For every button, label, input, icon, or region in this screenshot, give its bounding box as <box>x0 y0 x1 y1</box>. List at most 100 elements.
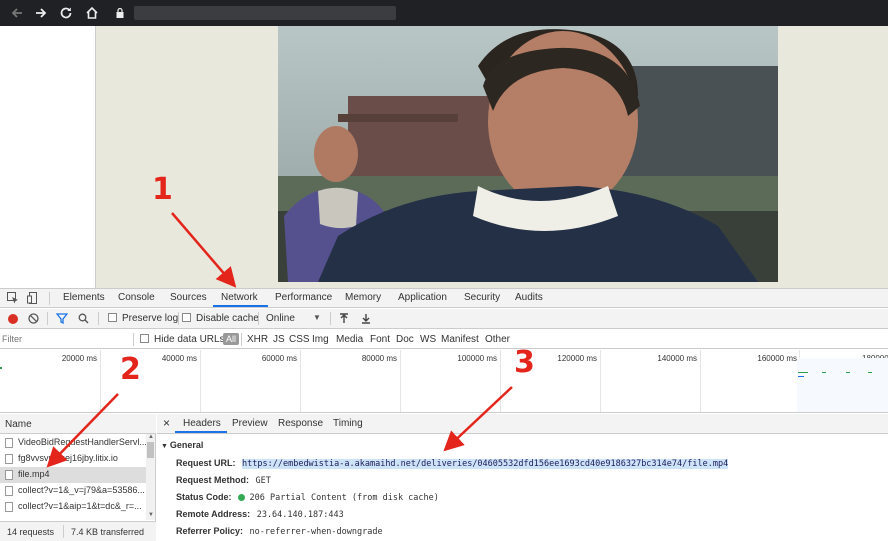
transferred-size: 7.4 KB transferred <box>71 527 145 537</box>
request-name: collect?v=1&_v=j79&a=53586... <box>18 485 145 495</box>
request-method-row: Request Method: GET <box>176 475 271 486</box>
field-value: 206 Partial Content (from disk cache) <box>249 493 439 503</box>
annotation-number-1: 1 <box>152 172 173 207</box>
general-section-header[interactable]: ▼ General <box>161 440 203 450</box>
device-toolbar-icon[interactable] <box>27 292 39 307</box>
section-title: General <box>169 440 204 450</box>
filter-icon[interactable] <box>55 313 69 327</box>
request-url-value[interactable]: https://embedwistia-a.akamaihd.net/deliv… <box>242 459 729 469</box>
timeline-bar <box>846 372 850 373</box>
tab-application[interactable]: Application <box>398 292 447 303</box>
timeline-bar <box>868 372 872 373</box>
name-column-header: Name <box>5 419 32 430</box>
timeline-tick: 140000 ms <box>657 354 697 363</box>
type-filter-doc[interactable]: Doc <box>396 334 414 345</box>
timeline-tick: 120000 ms <box>557 354 597 363</box>
preserve-log-checkbox[interactable] <box>108 313 117 322</box>
field-value: no-referrer-when-downgrade <box>249 527 383 537</box>
tab-network[interactable]: Network <box>221 292 258 303</box>
request-list-scrollbar[interactable]: ▲ ▼ <box>146 434 155 520</box>
tab-console[interactable]: Console <box>118 292 155 303</box>
request-name: file.mp4 <box>18 469 50 479</box>
filter-input[interactable] <box>2 332 130 346</box>
tab-preview[interactable]: Preview <box>232 418 268 429</box>
type-filter-js[interactable]: JS <box>273 334 285 345</box>
disable-cache-checkbox[interactable] <box>182 313 191 322</box>
status-bar: 14 requests 7.4 KB transferred <box>0 521 156 541</box>
clear-icon[interactable] <box>28 313 39 327</box>
field-value: GET <box>255 476 271 486</box>
tab-elements[interactable]: Elements <box>63 292 105 303</box>
web-page <box>0 26 888 288</box>
tab-headers[interactable]: Headers <box>183 418 221 429</box>
tab-timing[interactable]: Timing <box>333 418 363 429</box>
timeline-bar <box>0 367 2 369</box>
request-row-selected[interactable]: file.mp4 <box>0 467 146 483</box>
reload-icon[interactable] <box>56 3 76 23</box>
lock-icon <box>113 3 127 23</box>
tab-performance[interactable]: Performance <box>275 292 332 303</box>
network-toolbar: Preserve log Disable cache Online ▼ <box>0 309 888 329</box>
export-har-icon[interactable] <box>361 313 371 327</box>
type-filter-manifest[interactable]: Manifest <box>441 334 479 345</box>
hide-data-urls-checkbox[interactable] <box>140 334 149 343</box>
request-row[interactable]: collect?v=1&aip=1&t=dc&_r=... <box>0 499 146 515</box>
tab-sources[interactable]: Sources <box>170 292 207 303</box>
request-detail-panel: × Headers Preview Response Timing ▼ Gene… <box>157 414 888 541</box>
type-filter-ws[interactable]: WS <box>420 334 436 345</box>
type-filter-css[interactable]: CSS <box>289 334 310 345</box>
chevron-down-icon[interactable]: ▼ <box>313 313 321 322</box>
hide-data-urls-label: Hide data URLs <box>154 334 225 345</box>
inspect-element-icon[interactable] <box>7 292 19 307</box>
status-code-row: Status Code: 206 Partial Content (from d… <box>176 492 439 503</box>
request-name: fg8vvsvnj8sej16jby.litix.io <box>18 453 118 463</box>
tab-audits[interactable]: Audits <box>515 292 543 303</box>
annotation-number-3: 3 <box>514 345 535 380</box>
request-row[interactable]: VideoBidRequestHandlerServl... <box>0 435 146 451</box>
tab-security[interactable]: Security <box>464 292 500 303</box>
video-player[interactable] <box>278 26 778 282</box>
filter-bar: Hide data URLs All XHR JS CSS Img Media … <box>0 330 888 349</box>
request-url-row: Request URL: https://embedwistia-a.akama… <box>176 458 729 469</box>
disable-cache-label: Disable cache <box>196 313 259 324</box>
preserve-log-label: Preserve log <box>122 313 179 324</box>
status-dot-icon <box>238 494 246 502</box>
timeline-bar <box>798 372 808 373</box>
timeline-selection <box>797 358 888 412</box>
timeline-tick: 40000 ms <box>161 354 197 363</box>
type-filter-font[interactable]: Font <box>370 334 390 345</box>
throttle-select[interactable]: Online <box>266 313 295 324</box>
field-key: Request Method: <box>176 475 249 485</box>
referrer-policy-row: Referrer Policy: no-referrer-when-downgr… <box>176 526 383 537</box>
timeline-tick: 80000 ms <box>361 354 397 363</box>
request-row[interactable]: fg8vvsvnj8sej16jby.litix.io <box>0 451 146 467</box>
tab-response[interactable]: Response <box>278 418 323 429</box>
type-filter-other[interactable]: Other <box>485 334 510 345</box>
field-key: Referrer Policy: <box>176 526 244 536</box>
devtools-tab-bar: Elements Console Sources Network Perform… <box>0 289 888 308</box>
field-key: Remote Address: <box>176 509 251 519</box>
search-icon[interactable] <box>78 313 89 327</box>
type-filter-xhr[interactable]: XHR <box>247 334 268 345</box>
field-key: Request URL: <box>176 458 236 468</box>
import-har-icon[interactable] <box>339 313 349 327</box>
home-icon[interactable] <box>82 3 102 23</box>
close-icon[interactable]: × <box>163 416 170 430</box>
request-list: Name VideoBidRequestHandlerServl... fg8v… <box>0 414 156 541</box>
address-bar-blurred[interactable] <box>134 6 396 20</box>
request-row[interactable]: collect?v=1&_v=j79&a=53586... <box>0 483 146 499</box>
back-arrow-icon[interactable] <box>7 3 27 23</box>
annotation-number-2: 2 <box>120 352 141 387</box>
type-filter-media[interactable]: Media <box>336 334 363 345</box>
timeline-tick: 20000 ms <box>61 354 97 363</box>
tab-memory[interactable]: Memory <box>345 292 381 303</box>
request-list-header[interactable]: Name <box>0 414 156 434</box>
type-filter-img[interactable]: Img <box>312 334 329 345</box>
active-tab-indicator <box>213 305 268 307</box>
forward-arrow-icon[interactable] <box>31 3 51 23</box>
timeline-tick: 100000 ms <box>457 354 497 363</box>
record-icon[interactable] <box>8 314 18 324</box>
timeline-tick: 160000 ms <box>757 354 797 363</box>
type-filter-all[interactable]: All <box>223 333 240 345</box>
request-name: collect?v=1&aip=1&t=dc&_r=... <box>18 501 142 511</box>
